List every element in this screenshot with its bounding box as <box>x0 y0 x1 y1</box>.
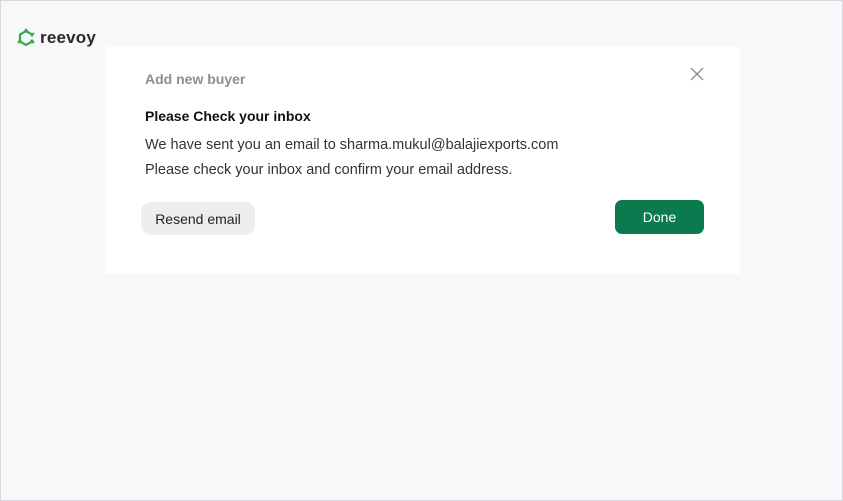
dialog-heading: Please Check your inbox <box>145 108 311 124</box>
confirm-email-message: Please check your inbox and confirm your… <box>145 162 513 178</box>
close-icon <box>690 67 704 81</box>
dialog-title: Add new buyer <box>145 71 246 87</box>
brand-logo[interactable]: reevoy <box>16 28 96 48</box>
brand-name: reevoy <box>40 28 97 47</box>
sent-email-message: We have sent you an email to sharma.muku… <box>145 137 559 153</box>
close-button[interactable] <box>689 66 705 82</box>
add-buyer-dialog: Add new buyer Please Check your inbox We… <box>105 47 740 274</box>
done-button[interactable]: Done <box>615 200 704 234</box>
reevoy-logo-icon <box>17 28 36 47</box>
resend-email-button[interactable]: Resend email <box>141 202 255 235</box>
